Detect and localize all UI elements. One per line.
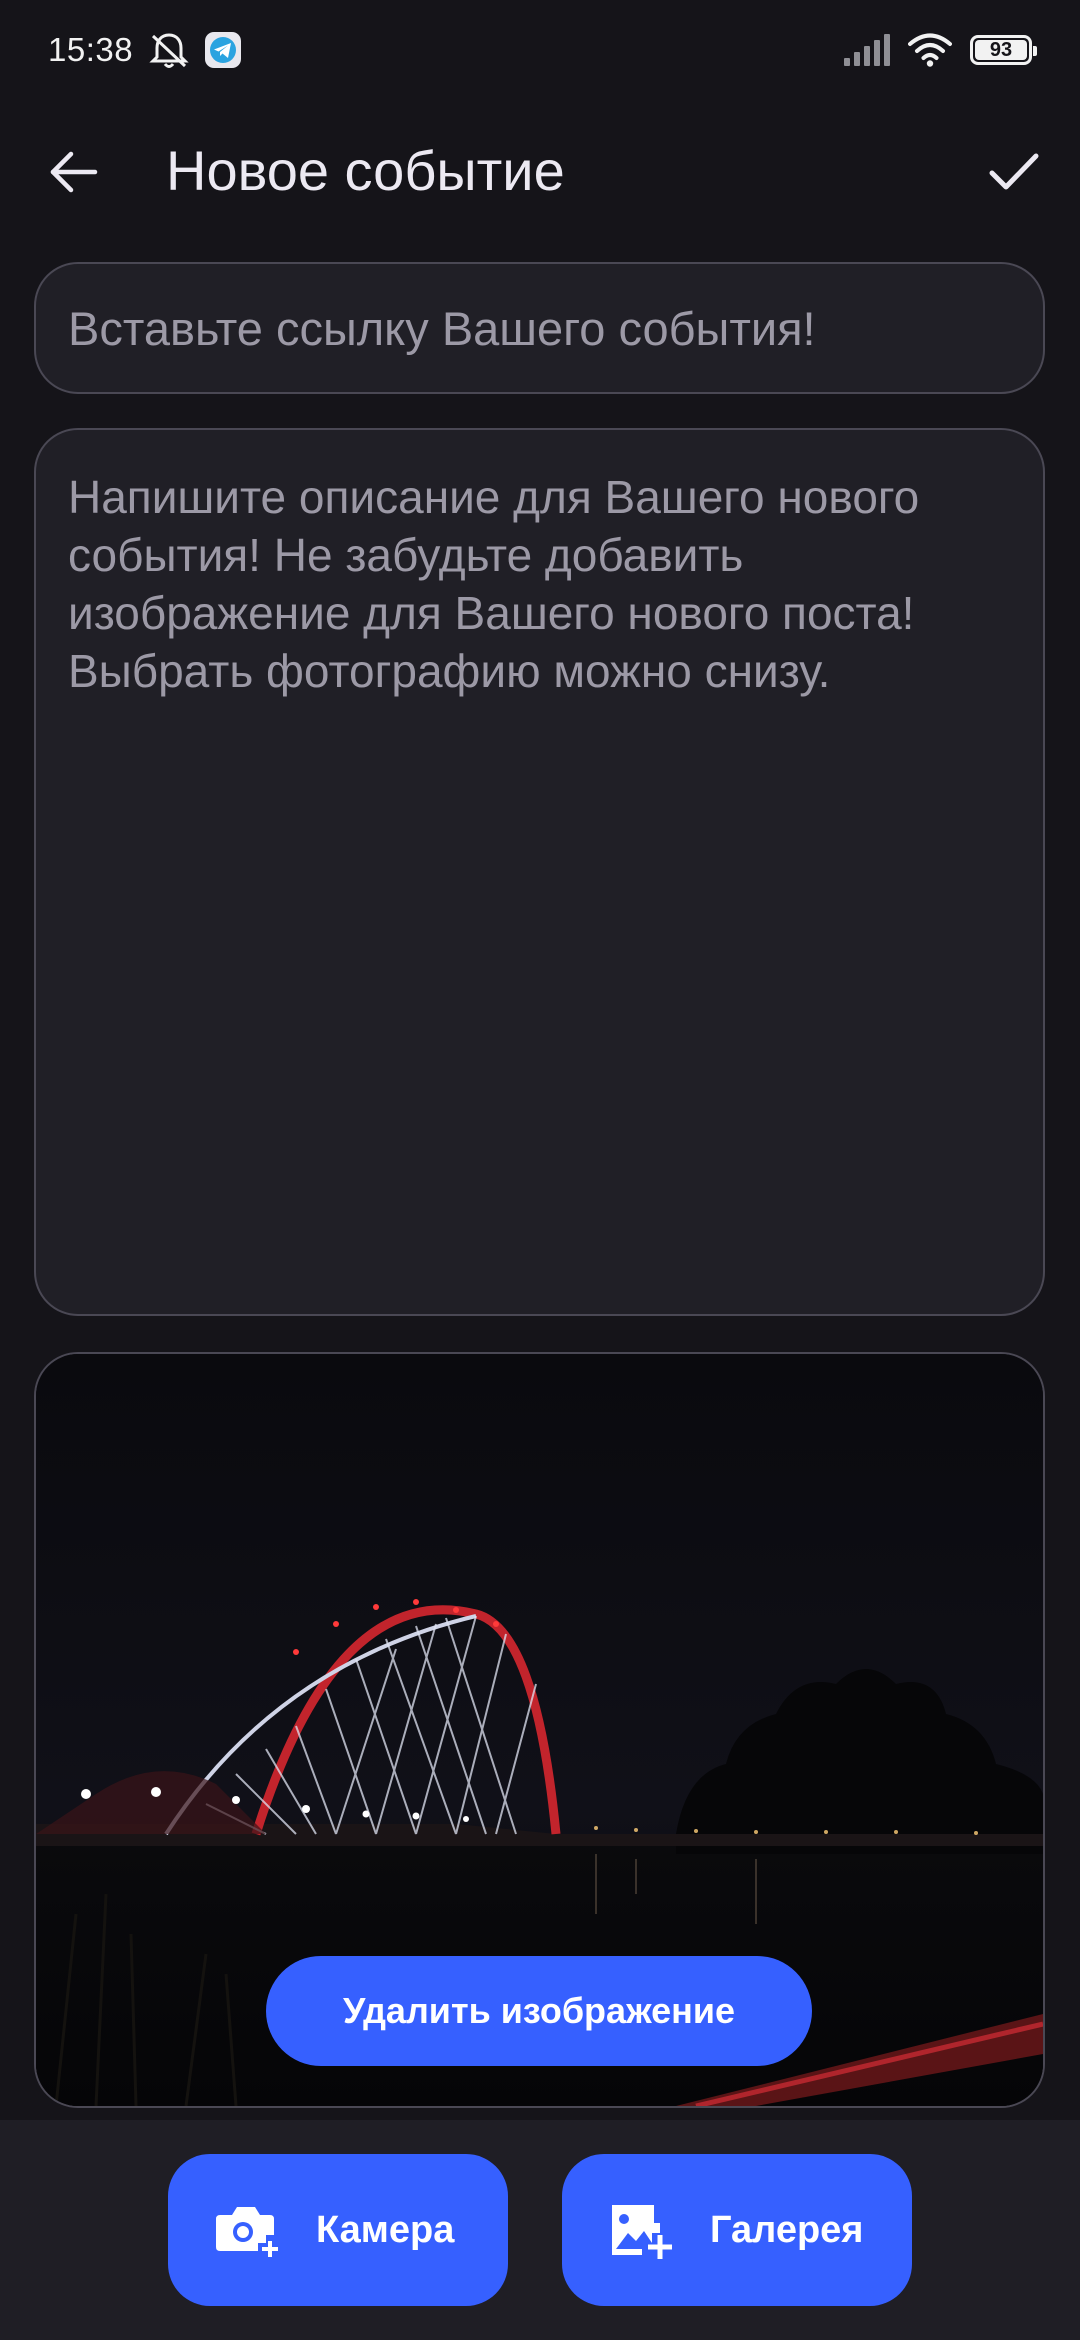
back-button[interactable] [44, 142, 104, 202]
gallery-button-label: Галерея [710, 2208, 864, 2251]
event-description-input[interactable]: Напишите описание для Вашего нового собы… [34, 428, 1045, 1316]
camera-add-icon [212, 2195, 282, 2265]
checkmark-icon [989, 153, 1039, 190]
status-left: 15:38 [48, 30, 242, 70]
wifi-icon [908, 33, 952, 67]
camera-button-label: Камера [316, 2208, 455, 2251]
delete-image-button[interactable]: Удалить изображение [266, 1956, 812, 2066]
signal-icon [844, 34, 890, 66]
camera-button[interactable]: Камера [168, 2154, 508, 2306]
confirm-button[interactable] [984, 142, 1044, 202]
gallery-button[interactable]: Галерея [562, 2154, 912, 2306]
telegram-icon [205, 32, 242, 68]
arrow-left-icon [50, 151, 98, 193]
status-bar: 15:38 93 [0, 0, 1080, 100]
event-link-input[interactable]: Вставьте ссылку Вашего события! [34, 262, 1045, 394]
status-right: 93 [844, 33, 1037, 67]
image-add-icon [606, 2195, 676, 2265]
battery-icon: 93 [970, 35, 1037, 65]
event-description-placeholder: Напишите описание для Вашего нового собы… [68, 471, 920, 697]
status-time: 15:38 [48, 31, 134, 68]
event-link-placeholder: Вставьте ссылку Вашего события! [68, 301, 816, 355]
notifications-off-icon [147, 30, 191, 70]
bottom-action-bar: Камера Галерея [0, 2120, 1080, 2340]
page-title: Новое событие [166, 139, 565, 202]
battery-level: 93 [989, 38, 1013, 61]
app-bar: Новое событие [0, 120, 1080, 220]
